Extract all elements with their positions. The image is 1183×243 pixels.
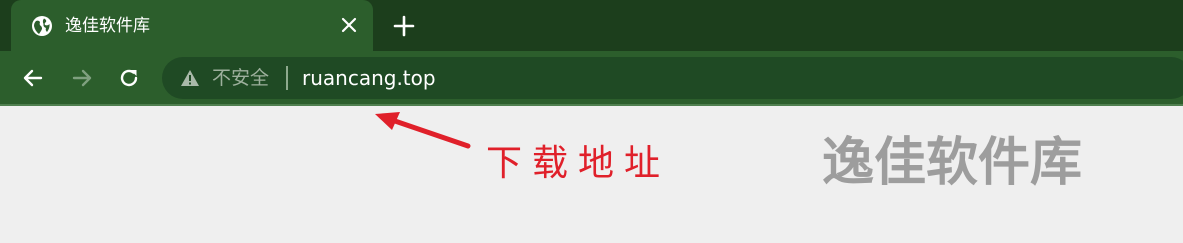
annotation-arrow xyxy=(375,112,471,149)
address-bar[interactable]: 不安全 ruancang.top xyxy=(162,57,1183,99)
annotation-label: 下载地址 xyxy=(486,143,671,184)
omnibox-separator xyxy=(286,66,288,90)
warning-triangle-icon[interactable] xyxy=(180,68,200,88)
close-icon[interactable] xyxy=(341,17,357,33)
globe-icon xyxy=(32,16,52,36)
plus-icon[interactable] xyxy=(393,15,415,37)
toolbar-divider xyxy=(0,104,1183,106)
reload-icon[interactable] xyxy=(117,66,141,90)
watermark-text: 逸佳软件库 xyxy=(822,133,1083,193)
url-text[interactable]: ruancang.top xyxy=(302,64,436,92)
security-label[interactable]: 不安全 xyxy=(212,65,269,91)
arrow-left-icon[interactable] xyxy=(21,66,45,90)
tab-title: 逸佳软件库 xyxy=(65,16,150,36)
arrow-right-icon[interactable] xyxy=(70,66,94,90)
browser-tab[interactable]: 逸佳软件库 xyxy=(11,0,373,51)
